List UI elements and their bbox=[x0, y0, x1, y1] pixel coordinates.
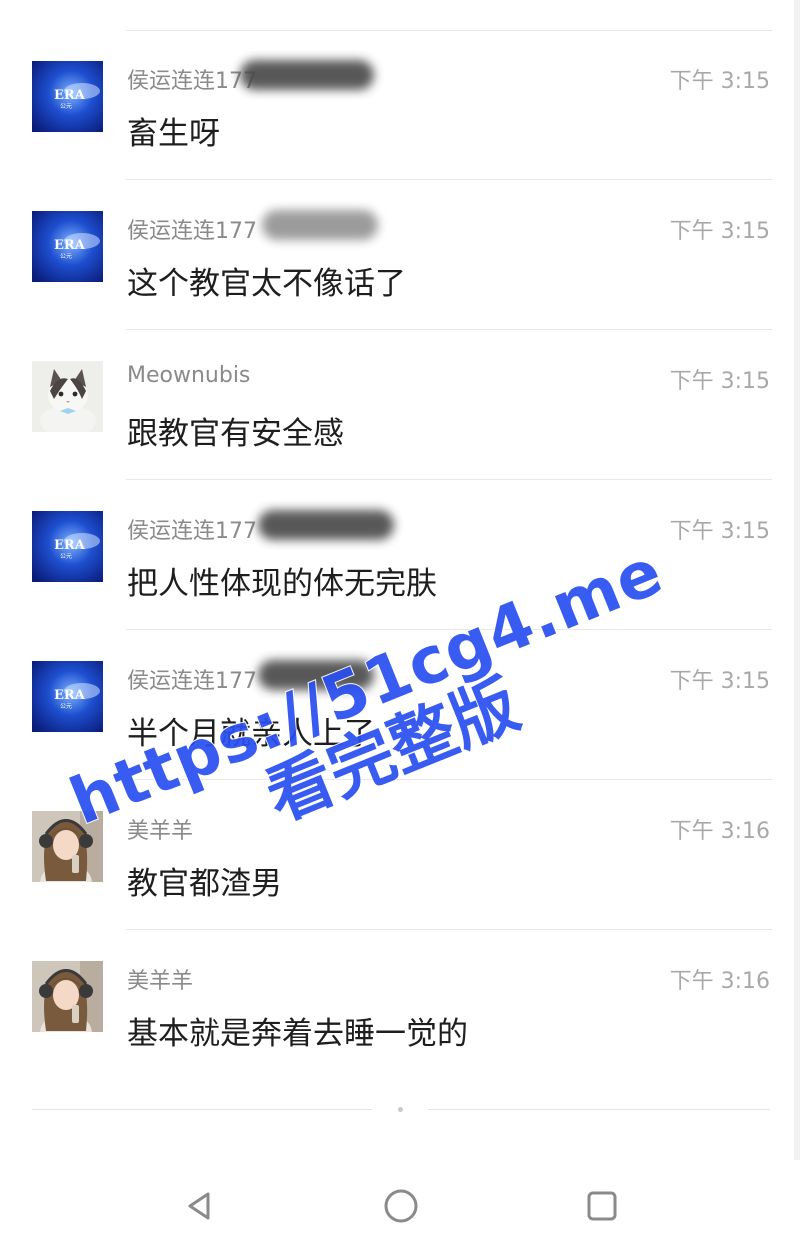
avatar[interactable] bbox=[32, 811, 103, 882]
avatar-logo-subtext: 公元 bbox=[60, 553, 72, 560]
end-of-list-divider bbox=[428, 1109, 770, 1110]
cat-avatar bbox=[32, 361, 103, 432]
avatar[interactable]: ERA 公元 bbox=[32, 661, 103, 732]
triangle-back-icon bbox=[188, 1192, 210, 1220]
username[interactable]: 侯运连连177 bbox=[127, 213, 257, 245]
comment-text: 把人性体现的体无完肤 bbox=[127, 566, 437, 602]
comment-text: 跟教官有安全感 bbox=[127, 416, 344, 452]
comment-text: 基本就是奔着去睡一觉的 bbox=[127, 1016, 468, 1052]
avatar[interactable]: ERA 公元 bbox=[32, 61, 103, 132]
comment-list: ERA 公元 侯运连连177 下午 3:15 畜生呀 ERA 公元 侯运连连17… bbox=[0, 30, 800, 1080]
comment-text: 教官都渣男 bbox=[127, 866, 282, 902]
avatar-logo-text: ERA bbox=[54, 88, 86, 103]
username[interactable]: 美羊羊 bbox=[127, 963, 193, 995]
avatar-logo-text: ERA bbox=[54, 688, 86, 703]
username[interactable]: 侯运连连177 bbox=[127, 63, 257, 95]
era-logo-avatar: ERA 公元 bbox=[32, 211, 103, 282]
timestamp: 下午 3:15 bbox=[669, 519, 770, 544]
system-navigation-bar bbox=[0, 1160, 800, 1255]
comment-item[interactable]: Meownubis 下午 3:15 跟教官有安全感 bbox=[0, 330, 800, 480]
comment-text: 半个月就亲人上了 bbox=[127, 716, 375, 752]
timestamp: 下午 3:15 bbox=[669, 669, 770, 694]
end-of-list-dot bbox=[398, 1107, 403, 1112]
avatar[interactable]: ERA 公元 bbox=[32, 211, 103, 282]
avatar[interactable]: ERA 公元 bbox=[32, 511, 103, 582]
username[interactable]: 美羊羊 bbox=[127, 813, 193, 845]
back-button[interactable] bbox=[180, 1186, 220, 1226]
comment-item[interactable]: ERA 公元 侯运连连177 下午 3:15 把人性体现的体无完肤 bbox=[0, 480, 800, 630]
redaction-blur bbox=[258, 660, 374, 690]
comment-item[interactable]: ERA 公元 侯运连连177 下午 3:15 半个月就亲人上了 bbox=[0, 630, 800, 780]
comment-text: 畜生呀 bbox=[127, 116, 220, 152]
avatar[interactable] bbox=[32, 361, 103, 432]
comment-item[interactable]: ERA 公元 侯运连连177 下午 3:15 这个教官太不像话了 bbox=[0, 180, 800, 330]
era-logo-avatar: ERA 公元 bbox=[32, 61, 103, 132]
comment-item[interactable]: 美羊羊 下午 3:16 教官都渣男 bbox=[0, 780, 800, 930]
avatar-logo-text: ERA bbox=[54, 538, 86, 553]
girl-avatar bbox=[32, 961, 103, 1032]
username[interactable]: 侯运连连177 bbox=[127, 513, 257, 545]
end-of-list-divider bbox=[32, 1109, 372, 1110]
comment-text: 这个教官太不像话了 bbox=[127, 266, 406, 302]
timestamp: 下午 3:16 bbox=[669, 819, 770, 844]
recents-button[interactable] bbox=[582, 1186, 622, 1226]
era-logo-avatar: ERA 公元 bbox=[32, 511, 103, 582]
username[interactable]: Meownubis bbox=[127, 363, 250, 388]
era-logo-avatar: ERA 公元 bbox=[32, 661, 103, 732]
timestamp: 下午 3:15 bbox=[669, 69, 770, 94]
square-recents-icon bbox=[587, 1191, 617, 1221]
avatar-logo-subtext: 公元 bbox=[60, 703, 72, 710]
redaction-blur bbox=[240, 60, 374, 90]
redaction-blur bbox=[262, 210, 378, 240]
avatar-logo-subtext: 公元 bbox=[60, 253, 72, 260]
comment-item[interactable]: ERA 公元 侯运连连177 下午 3:15 畜生呀 bbox=[0, 30, 800, 180]
circle-home-icon bbox=[384, 1189, 418, 1223]
avatar[interactable] bbox=[32, 961, 103, 1032]
timestamp: 下午 3:16 bbox=[669, 969, 770, 994]
avatar-logo-subtext: 公元 bbox=[60, 103, 72, 110]
avatar-logo-text: ERA bbox=[54, 238, 86, 253]
home-button[interactable] bbox=[381, 1186, 421, 1226]
username[interactable]: 侯运连连177 bbox=[127, 663, 257, 695]
girl-avatar bbox=[32, 811, 103, 882]
redaction-blur bbox=[258, 510, 394, 540]
timestamp: 下午 3:15 bbox=[669, 219, 770, 244]
timestamp: 下午 3:15 bbox=[669, 369, 770, 394]
comment-item[interactable]: 美羊羊 下午 3:16 基本就是奔着去睡一觉的 bbox=[0, 930, 800, 1080]
